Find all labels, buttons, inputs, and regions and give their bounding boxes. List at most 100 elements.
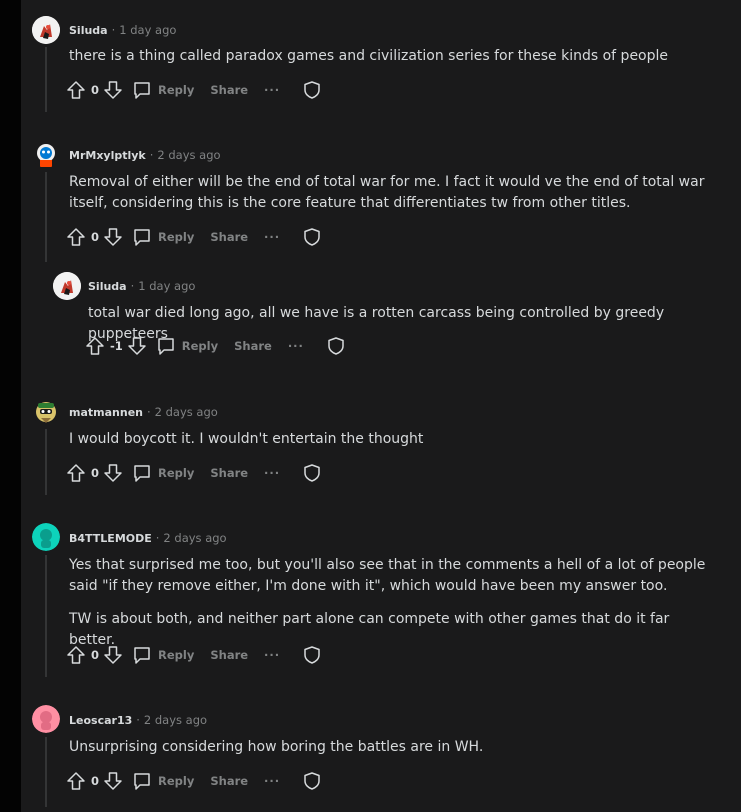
reply-button[interactable]: Reply (132, 645, 194, 665)
timestamp[interactable]: 1 day ago (138, 279, 195, 293)
reply-button[interactable]: Reply (132, 80, 194, 100)
award-shield-icon[interactable] (326, 336, 346, 356)
comment-meta: matmannen · 2 days ago (69, 405, 218, 419)
thread-line[interactable] (45, 47, 47, 112)
reply-button[interactable]: Reply (132, 463, 194, 483)
avatar[interactable] (32, 140, 60, 168)
avatar[interactable] (32, 397, 60, 425)
vote-count: 0 (91, 230, 100, 244)
timestamp[interactable]: 2 days ago (144, 713, 207, 727)
award-shield-icon[interactable] (302, 771, 322, 791)
downvote-icon[interactable] (103, 227, 123, 247)
downvote-icon[interactable] (127, 336, 147, 356)
thread-line[interactable] (45, 172, 47, 262)
thread-line[interactable] (45, 555, 47, 677)
vote-count: 0 (91, 466, 100, 480)
downvote-icon[interactable] (103, 771, 123, 791)
comment-meta: Leoscar13 · 2 days ago (69, 713, 207, 727)
comment-bubble-icon (134, 773, 150, 790)
comment-paragraph: Unsurprising considering how boring the … (69, 739, 484, 755)
upvote-icon[interactable] (66, 80, 86, 100)
downvote-icon[interactable] (103, 463, 123, 483)
comment-paragraph: there is a thing called paradox games an… (69, 48, 669, 64)
share-button[interactable]: Share (234, 339, 272, 353)
comment-actions: 0 Reply Share ··· (66, 78, 322, 102)
comment-body: Unsurprising considering how boring the … (69, 737, 719, 766)
comment-body: Removal of either will be the end of tot… (69, 172, 719, 222)
comment-body: I would boycott it. I wouldn't entertain… (69, 429, 719, 458)
separator: · (136, 713, 140, 727)
author-name[interactable]: B4TTLEMODE (69, 532, 152, 545)
thread-line[interactable] (45, 429, 47, 495)
author-name[interactable]: matmannen (69, 406, 143, 419)
author-name[interactable]: Siluda (88, 280, 127, 293)
vote-count: 0 (91, 83, 100, 97)
share-button[interactable]: Share (210, 774, 248, 788)
comment-paragraph: Yes that surprised me too, but you'll al… (69, 557, 706, 594)
comment-actions: 0 Reply Share ··· (66, 769, 322, 793)
timestamp[interactable]: 1 day ago (119, 23, 176, 37)
comment-actions: 0 Reply Share ··· (66, 643, 322, 667)
reply-label: Reply (158, 774, 195, 788)
avatar-image-icon (53, 272, 81, 300)
reply-label: Reply (158, 83, 195, 97)
comment-meta: Siluda · 1 day ago (88, 279, 195, 293)
more-options-button[interactable]: ··· (264, 648, 280, 662)
avatar-image-icon (32, 16, 60, 44)
more-options-button[interactable]: ··· (264, 466, 280, 480)
upvote-icon[interactable] (66, 645, 86, 665)
share-button[interactable]: Share (210, 230, 248, 244)
thread-line[interactable] (45, 737, 47, 807)
left-gutter (0, 0, 21, 812)
upvote-icon[interactable] (66, 771, 86, 791)
more-options-button[interactable]: ··· (264, 774, 280, 788)
separator: · (149, 148, 154, 162)
vote-count: -1 (110, 339, 123, 353)
award-shield-icon[interactable] (302, 80, 322, 100)
downvote-icon[interactable] (103, 80, 123, 100)
comment-bubble-icon (134, 82, 150, 99)
vote-count: 0 (91, 648, 100, 662)
comment-bubble-icon (158, 338, 174, 355)
comment-meta: Siluda · 1 day ago (69, 23, 176, 37)
reply-label: Reply (181, 339, 219, 353)
upvote-icon[interactable] (66, 227, 86, 247)
avatar[interactable] (32, 523, 60, 551)
timestamp[interactable]: 2 days ago (163, 531, 226, 545)
author-name[interactable]: Leoscar13 (69, 714, 132, 727)
downvote-icon[interactable] (103, 645, 123, 665)
vote-count: 0 (91, 774, 100, 788)
timestamp[interactable]: 2 days ago (157, 148, 220, 162)
share-button[interactable]: Share (210, 466, 248, 480)
separator: · (146, 405, 151, 419)
comment-meta: MrMxylptlyk · 2 days ago (69, 148, 221, 162)
comment-bubble-icon (134, 229, 150, 246)
comment-bubble-icon (134, 647, 150, 664)
more-options-button[interactable]: ··· (264, 83, 280, 97)
reply-button[interactable]: Reply (156, 336, 218, 356)
avatar[interactable] (53, 272, 81, 300)
award-shield-icon[interactable] (302, 645, 322, 665)
separator: · (155, 531, 160, 545)
author-name[interactable]: Siluda (69, 24, 108, 37)
avatar[interactable] (32, 16, 60, 44)
avatar[interactable] (32, 705, 60, 733)
more-options-button[interactable]: ··· (288, 339, 304, 353)
comment-bubble-icon (134, 465, 150, 482)
comment-actions: 0 Reply Share ··· (66, 461, 322, 485)
timestamp[interactable]: 2 days ago (155, 405, 218, 419)
share-button[interactable]: Share (210, 83, 248, 97)
reply-button[interactable]: Reply (132, 227, 194, 247)
award-shield-icon[interactable] (302, 463, 322, 483)
award-shield-icon[interactable] (302, 227, 322, 247)
avatar-image-icon (32, 140, 60, 168)
comment-paragraph: I would boycott it. I wouldn't entertain… (69, 431, 424, 447)
reply-label: Reply (158, 648, 195, 662)
upvote-icon[interactable] (85, 336, 105, 356)
reply-button[interactable]: Reply (132, 771, 194, 791)
author-name[interactable]: MrMxylptlyk (69, 149, 146, 162)
upvote-icon[interactable] (66, 463, 86, 483)
share-button[interactable]: Share (210, 648, 248, 662)
separator: · (130, 279, 135, 293)
more-options-button[interactable]: ··· (264, 230, 280, 244)
